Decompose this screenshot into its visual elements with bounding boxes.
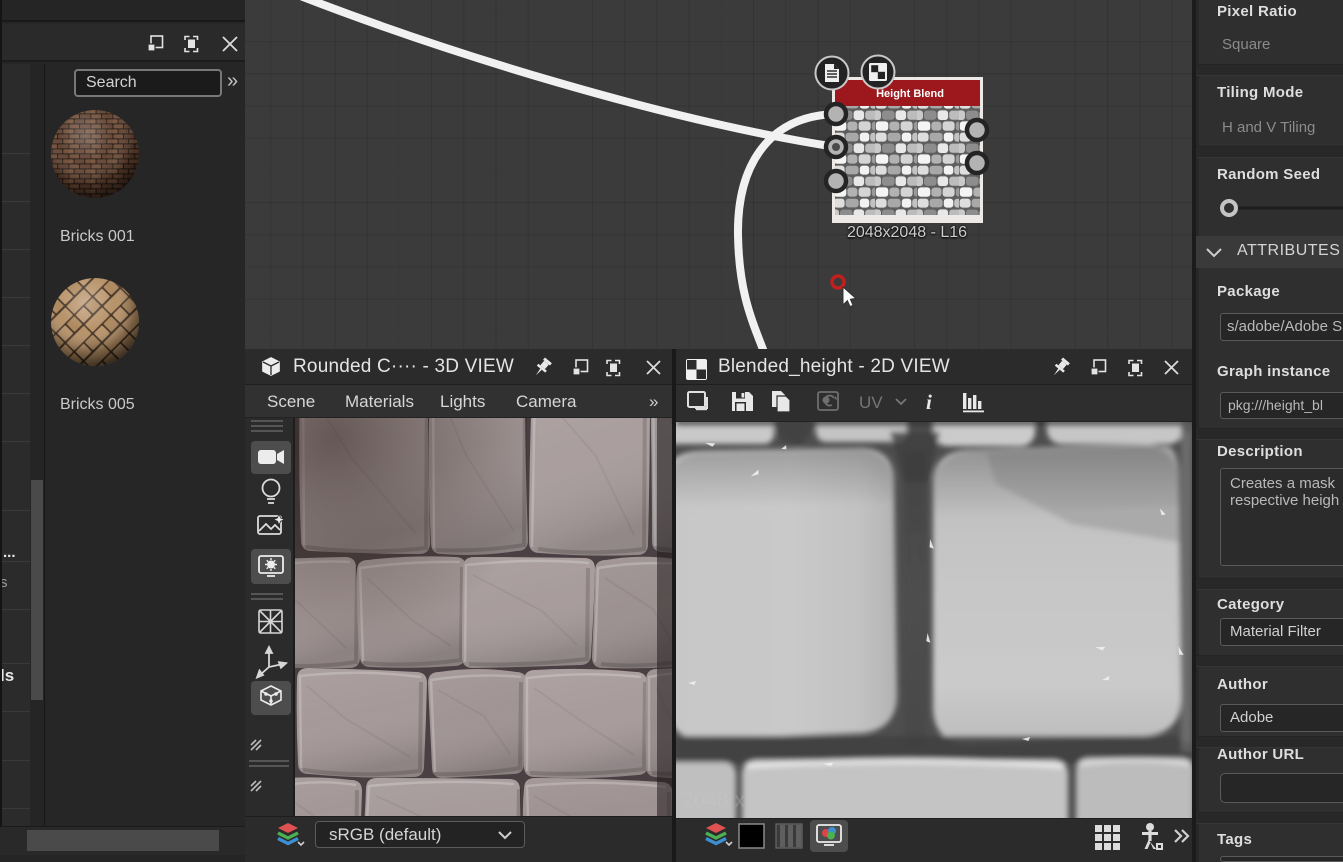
svg-text:i: i [926,390,932,414]
svg-text:Height Blend: Height Blend [876,88,944,100]
svg-text:2048 x 2048 - L16: 2048 x 2048 - L16 [682,789,851,812]
svg-text:UV: UV [859,393,883,412]
